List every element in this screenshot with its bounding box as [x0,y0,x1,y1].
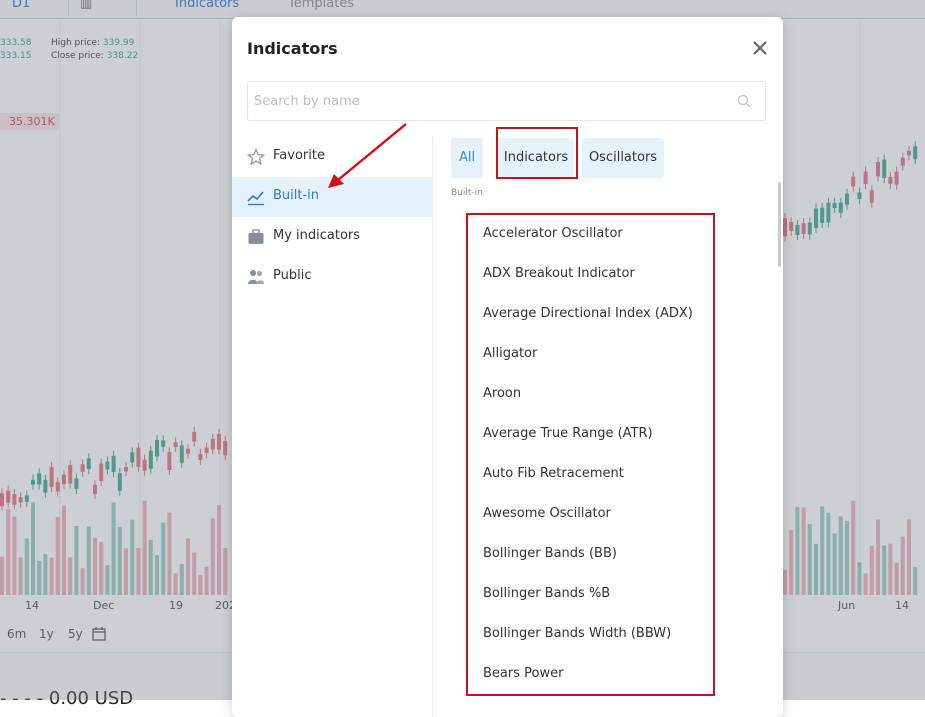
briefcase-icon [248,229,264,244]
search-icon [737,94,751,108]
indicator-item[interactable]: Average Directional Index (ADX) [483,294,733,334]
indicator-item[interactable]: Bears Power [483,654,733,694]
sidebar-item-label: Favorite [273,148,325,163]
tab-all[interactable]: All [451,138,483,178]
sidebar-item-built-in[interactable]: Built-in [232,177,432,217]
indicator-item[interactable]: Accelerator Oscillator [483,214,733,254]
indicator-item[interactable]: Bollinger Bands (BB) [483,534,733,574]
tab-oscillators[interactable]: Oscillators [582,138,664,178]
list-scrollbar[interactable] [778,182,781,267]
star-icon [247,148,265,166]
sidebar-item-label: Public [273,268,312,283]
sidebar-item-my-indicators[interactable]: My indicators [232,217,432,257]
indicator-item[interactable]: Bollinger Bands Width (BBW) [483,614,733,654]
section-label: Built-in [451,188,483,198]
dialog-title: Indicators [247,39,338,58]
indicator-item[interactable]: Average True Range (ATR) [483,414,733,454]
users-icon [248,270,264,284]
indicator-item[interactable]: Alligator [483,334,733,374]
sidebar-item-public[interactable]: Public [232,257,432,297]
indicator-item[interactable]: Bollinger Bands %B [483,574,733,614]
sidebar-item-label: My indicators [273,228,361,243]
search-input[interactable] [248,82,724,120]
indicators-dialog: Indicators Favorite Built-in [232,17,783,717]
chart-line-icon [247,191,264,206]
indicator-item[interactable]: ADX Breakout Indicator [483,254,733,294]
sidebar-item-label: Built-in [273,188,320,203]
search-box [247,81,766,121]
tab-indicators[interactable]: Indicators [498,138,574,178]
category-sidebar: Favorite Built-in My indicators Public [232,137,433,717]
indicator-item[interactable]: Awesome Oscillator [483,494,733,534]
indicator-item[interactable]: Aroon [483,374,733,414]
indicator-item[interactable]: Auto Fib Retracement [483,454,733,494]
indicator-list: Accelerator Oscillator ADX Breakout Indi… [483,214,733,694]
sidebar-item-favorite[interactable]: Favorite [232,137,432,177]
close-icon[interactable] [751,39,769,57]
